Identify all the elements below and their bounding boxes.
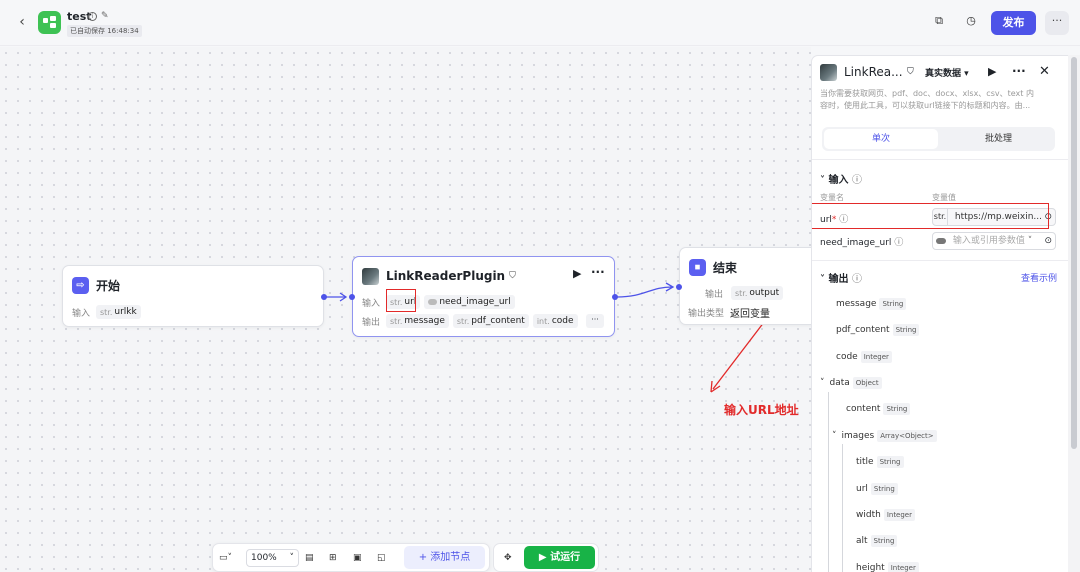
output-data[interactable]: ˅ data Object: [820, 377, 882, 389]
plugin-output-label: 输出: [362, 317, 381, 328]
output-code: code Integer: [836, 351, 892, 363]
node-detail-panel: LinkRea... ⛉ 真实数据 ▾ ▶ ··· ✕ 当你需要获取网页、pdf…: [811, 55, 1068, 572]
more-icon[interactable]: ···: [591, 265, 605, 279]
publish-button[interactable]: 发布: [991, 11, 1036, 35]
end-output-tag: str. output: [731, 286, 784, 300]
end-icon: ⏹: [689, 258, 706, 276]
output-title: title String: [856, 456, 904, 468]
chevron-down-icon: ˅: [832, 431, 837, 441]
copy-icon[interactable]: ⧉: [932, 14, 946, 28]
end-node[interactable]: ⏹ 结束 输出 str. output 输出类型 返回变量: [679, 247, 819, 325]
output-height: height Integer: [856, 562, 919, 572]
divider: [812, 260, 1068, 261]
annotation-text: 输入URL地址: [724, 403, 799, 417]
more-button[interactable]: ···: [1045, 11, 1069, 35]
output-content: content String: [846, 403, 911, 415]
plugin-output-pdf-content: str. pdf_content: [452, 314, 529, 328]
input-section-title[interactable]: ˅ 输入 ⓘ: [820, 171, 862, 186]
divider: [812, 159, 1068, 160]
start-input-label: 输入: [72, 308, 91, 319]
play-icon[interactable]: ▶: [573, 267, 581, 280]
plugin-output-code: int. code: [532, 314, 578, 328]
history-icon[interactable]: ◷: [964, 14, 978, 28]
start-output-handle[interactable]: [321, 294, 327, 300]
url-input-highlight-box: [812, 203, 1049, 229]
reference-icon: ⊙: [1044, 236, 1052, 246]
plugin-badge-icon: ⛉: [509, 271, 516, 281]
chevron-down-icon: ˅: [820, 378, 825, 388]
start-node-title: 开始: [96, 278, 121, 293]
plus-icon: +: [418, 552, 431, 563]
col-value-header: 变量值: [932, 193, 956, 202]
image-icon[interactable]: ▣: [353, 551, 362, 565]
panel-description-line1: 当你需要获取网页、pdf、doc、docx、xlsx、csv、text 内: [820, 89, 1034, 98]
start-param-tag: str. urlkk: [96, 305, 141, 319]
url-highlight-box: [386, 289, 416, 312]
add-node-button[interactable]: + 添加节点: [404, 546, 485, 569]
plugin-output-message: str. message: [386, 314, 449, 328]
layout-icon[interactable]: ⊞: [329, 551, 337, 565]
tab-batch[interactable]: 批处理: [942, 129, 1055, 149]
output-pdf-content: pdf_content String: [836, 324, 920, 336]
end-node-title: 结束: [713, 260, 738, 275]
output-images[interactable]: ˅ images Array<Object>: [832, 430, 937, 442]
end-output-label: 输出: [705, 289, 724, 300]
plugin-node-title: LinkReaderPlugin: [386, 269, 506, 283]
output-alt: alt String: [856, 535, 898, 547]
tab-single[interactable]: 单次: [824, 129, 938, 149]
fit-icon[interactable]: ◱: [377, 551, 386, 565]
end-input-handle[interactable]: [676, 284, 682, 290]
plugin-input-handle[interactable]: [349, 294, 355, 300]
tree-line: [842, 444, 843, 572]
play-icon[interactable]: ▶: [988, 65, 996, 78]
comment-icon[interactable]: ▤: [305, 551, 314, 565]
play-icon: ▶: [538, 552, 551, 563]
panel-description-line2: 容时，使用此工具，可以获取url链接下的标题和内容。由...: [820, 101, 1031, 110]
input-need-image-url-label: need_image_url ⓘ: [820, 238, 904, 248]
close-icon[interactable]: ✕: [1039, 64, 1050, 79]
start-node[interactable]: ⇨ 开始 输入 str. urlkk: [62, 265, 324, 327]
output-section-title[interactable]: ˅ 输出 ⓘ: [820, 270, 862, 285]
run-mode-tabs: 单次 批处理: [822, 127, 1055, 151]
data-mode-select[interactable]: 真实数据 ▾: [925, 66, 969, 79]
scrollbar-thumb: [1071, 57, 1077, 449]
view-example-link[interactable]: 查看示例: [1021, 271, 1057, 284]
end-return-label: 输出类型: [688, 309, 725, 319]
more-outputs-button[interactable]: ···: [586, 314, 604, 328]
plugin-input-need-image-url: need_image_url: [424, 295, 515, 309]
col-name-header: 变量名: [820, 193, 844, 202]
output-width: width Integer: [856, 509, 915, 521]
output-message: message String: [836, 298, 907, 310]
edge-plugin-end: [616, 286, 673, 298]
minimap-icon[interactable]: ▭˅: [219, 551, 232, 565]
need-image-url-field[interactable]: 输入或引用参数值 ˅ ⊙: [932, 232, 1056, 250]
test-run-button[interactable]: ▶ 试运行: [524, 546, 595, 569]
plugin-icon: [362, 267, 379, 285]
plugin-icon: [820, 64, 837, 81]
plugin-output-handle[interactable]: [612, 294, 618, 300]
plugin-badge-icon: ⛉: [907, 67, 914, 77]
end-return-value: 返回变量: [730, 309, 770, 320]
panel-title: LinkRea...: [844, 65, 903, 79]
start-icon: ⇨: [72, 276, 89, 294]
zoom-select[interactable]: 100% ˅: [246, 549, 299, 567]
tree-line: [828, 392, 829, 572]
panel-scrollbar[interactable]: [1068, 55, 1080, 572]
pointer-icon[interactable]: ✥: [504, 551, 512, 565]
plugin-input-label: 输入: [362, 298, 381, 309]
more-icon[interactable]: ···: [1012, 64, 1026, 78]
output-url: url String: [856, 483, 898, 495]
